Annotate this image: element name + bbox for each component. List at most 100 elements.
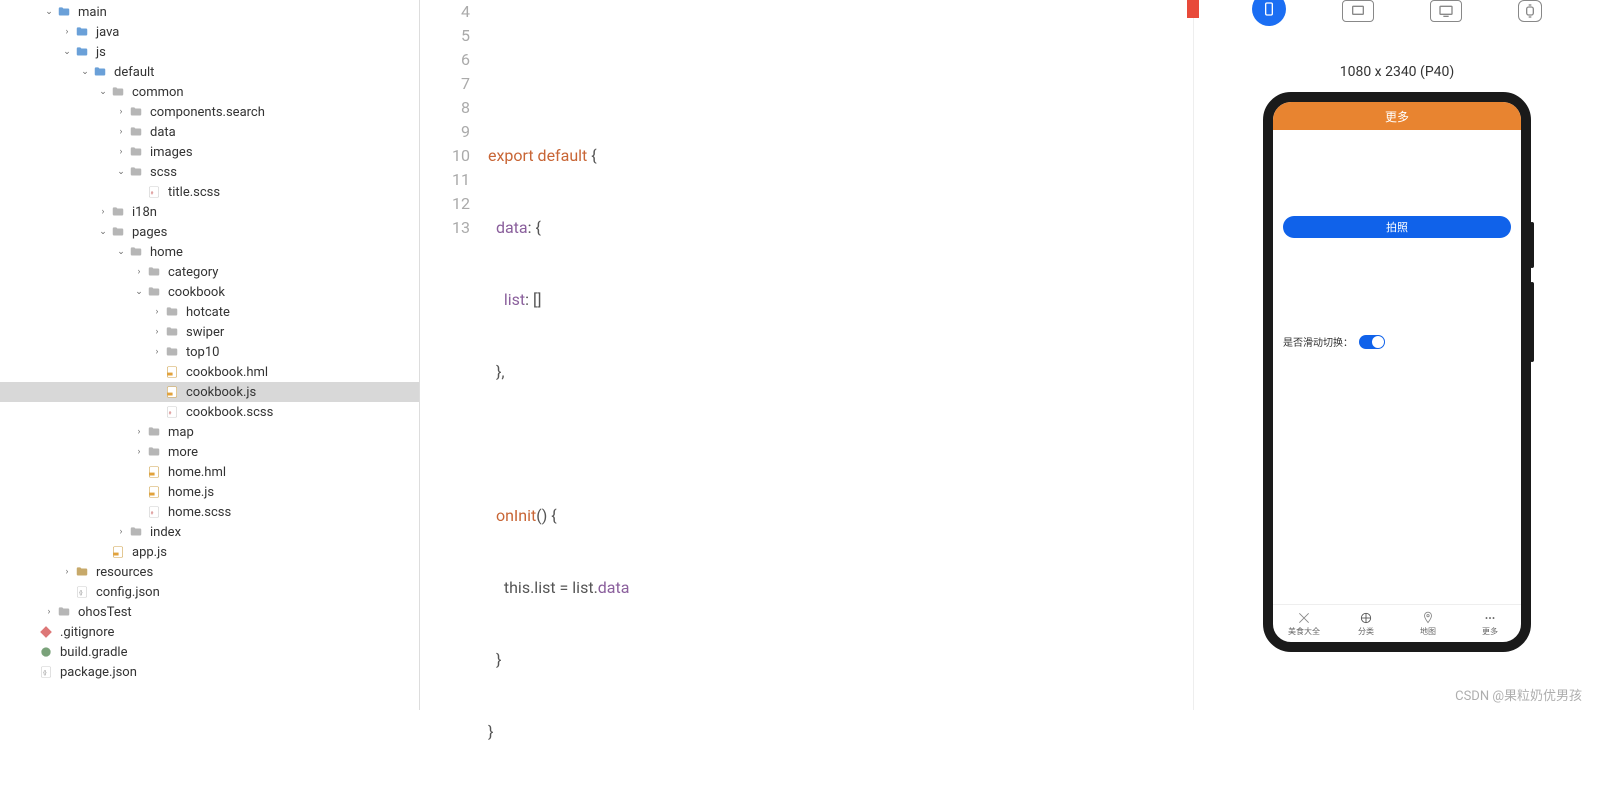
tree-item[interactable]: app.js: [0, 542, 419, 562]
tree-item-label: swiper: [186, 325, 224, 340]
tree-item[interactable]: ⌄ cookbook: [0, 282, 419, 302]
chevron-right-icon[interactable]: ›: [134, 267, 144, 277]
chevron-right-icon[interactable]: ›: [44, 607, 54, 617]
device-tv-icon[interactable]: [1430, 0, 1462, 22]
tree-item-label: js: [96, 45, 106, 60]
chevron-right-icon[interactable]: ›: [116, 107, 126, 117]
tree-item-label: index: [150, 525, 181, 540]
prop-data: data: [496, 218, 528, 237]
tree-item-label: ohosTest: [78, 605, 132, 620]
tree-item-label: data: [150, 125, 176, 140]
device-dimensions: 1080 x 2340 (P40): [1340, 64, 1455, 80]
chevron-right-icon[interactable]: ›: [62, 567, 72, 577]
nav-category[interactable]: 分类: [1335, 605, 1397, 642]
chevron-right-icon[interactable]: ›: [116, 527, 126, 537]
tree-item[interactable]: ›top10: [0, 342, 419, 362]
chevron-down-icon[interactable]: ⌄: [80, 67, 90, 77]
tree-item[interactable]: › more: [0, 442, 419, 462]
chevron-down-icon[interactable]: ⌄: [116, 167, 126, 177]
scss-file-icon: #: [146, 505, 162, 519]
folder-icon: [92, 65, 108, 79]
tree-item-label: build.gradle: [60, 645, 127, 660]
tree-item[interactable]: ›map: [0, 422, 419, 442]
nav-map[interactable]: 地图: [1397, 605, 1459, 642]
folder-icon: [164, 345, 180, 359]
code-area[interactable]: export default { data: { list: [] }, onI…: [488, 0, 1193, 710]
tree-item[interactable]: ⌄default: [0, 62, 419, 82]
line-number: 5: [420, 24, 470, 48]
tree-item[interactable]: ⌄scss: [0, 162, 419, 182]
tree-item[interactable]: home.js: [0, 482, 419, 502]
chevron-right-icon[interactable]: ›: [116, 147, 126, 157]
device-phone-icon[interactable]: [1252, 0, 1286, 26]
swipe-toggle[interactable]: [1359, 335, 1385, 349]
git-file-icon: [38, 625, 54, 639]
tree-item[interactable]: cookbook.hml: [0, 362, 419, 382]
tree-item[interactable]: ›resources: [0, 562, 419, 582]
chevron-down-icon[interactable]: ⌄: [62, 47, 72, 57]
nav-food[interactable]: 美食大全: [1273, 605, 1335, 642]
chevron-right-icon[interactable]: ›: [98, 207, 108, 217]
hml-file-icon: [146, 465, 162, 479]
tree-item-label: .gitignore: [60, 625, 114, 640]
device-tablet-icon[interactable]: [1342, 0, 1374, 22]
bottom-nav[interactable]: 美食大全 分类 地图 更多: [1273, 604, 1521, 642]
tree-item[interactable]: home.hml: [0, 462, 419, 482]
tree-item-label: more: [168, 445, 198, 460]
tree-item[interactable]: #home.scss: [0, 502, 419, 522]
tree-item[interactable]: ›category: [0, 262, 419, 282]
chevron-right-icon[interactable]: ›: [152, 327, 162, 337]
tree-item[interactable]: cookbook.js: [0, 382, 419, 402]
nav-more[interactable]: 更多: [1459, 605, 1521, 642]
line-number: 6: [420, 48, 470, 72]
chevron-down-icon[interactable]: ⌄: [44, 7, 54, 17]
folder-icon: [146, 265, 162, 279]
line-number: 7: [420, 72, 470, 96]
chevron-right-icon[interactable]: ›: [116, 127, 126, 137]
tree-item[interactable]: ⌄pages: [0, 222, 419, 242]
chevron-right-icon[interactable]: ›: [152, 307, 162, 317]
file-tree[interactable]: ⌄main›java ⌄ js ⌄default⌄common › components.…: [0, 0, 420, 710]
code-editor[interactable]: 45678910111213 export default { data: { …: [420, 0, 1194, 710]
chevron-right-icon[interactable]: ›: [134, 447, 144, 457]
tree-item[interactable]: {}package.json: [0, 662, 419, 682]
app-body: 拍照 是否滑动切换：: [1273, 130, 1521, 604]
json-file-icon: {}: [74, 585, 90, 599]
chevron-down-icon[interactable]: ⌄: [98, 87, 108, 97]
tree-item-label: cookbook: [168, 285, 225, 300]
device-selector[interactable]: [1252, 0, 1542, 24]
tree-item[interactable]: ›java: [0, 22, 419, 42]
tree-item-label: home: [150, 245, 183, 260]
tree-item[interactable]: #cookbook.scss: [0, 402, 419, 422]
chevron-down-icon[interactable]: ⌄: [98, 227, 108, 237]
tree-item[interactable]: ›images: [0, 142, 419, 162]
tree-item[interactable]: › components.search: [0, 102, 419, 122]
chevron-right-icon[interactable]: ›: [152, 347, 162, 357]
tree-item[interactable]: #title.scss: [0, 182, 419, 202]
tree-item[interactable]: build.gradle: [0, 642, 419, 662]
tree-item[interactable]: › ohosTest: [0, 602, 419, 622]
prop-list: list: [504, 290, 525, 309]
tree-item-label: components.search: [150, 105, 265, 120]
chevron-down-icon[interactable]: ⌄: [134, 287, 144, 297]
tree-item[interactable]: .gitignore: [0, 622, 419, 642]
photo-button[interactable]: 拍照: [1283, 216, 1511, 238]
tree-item[interactable]: ⌄common: [0, 82, 419, 102]
tree-item[interactable]: ›hotcate: [0, 302, 419, 322]
tree-item[interactable]: ⌄ home: [0, 242, 419, 262]
tree-item[interactable]: › swiper: [0, 322, 419, 342]
tree-item[interactable]: ›i18n: [0, 202, 419, 222]
method-oninit: onInit: [496, 506, 536, 525]
tree-item[interactable]: › index: [0, 522, 419, 542]
tree-item[interactable]: {}config.json: [0, 582, 419, 602]
tree-item-label: cookbook.hml: [186, 365, 268, 380]
folder-icon: [128, 125, 144, 139]
chevron-right-icon[interactable]: ›: [134, 427, 144, 437]
chevron-right-icon[interactable]: ›: [62, 27, 72, 37]
tree-item[interactable]: › data: [0, 122, 419, 142]
device-watch-icon[interactable]: [1518, 0, 1542, 22]
chevron-down-icon[interactable]: ⌄: [116, 247, 126, 257]
tree-item[interactable]: ⌄ js: [0, 42, 419, 62]
previewer-panel: 1080 x 2340 (P40) 更多 拍照 是否滑动切换： 美食大全 分类 …: [1194, 0, 1600, 710]
tree-item[interactable]: ⌄main: [0, 2, 419, 22]
